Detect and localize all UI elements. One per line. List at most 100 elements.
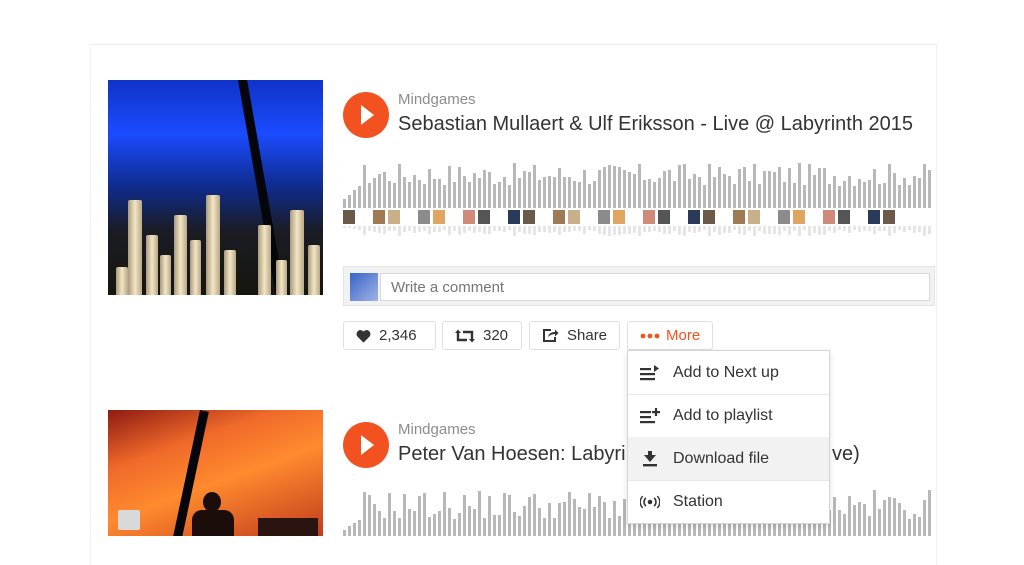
waveform-bar [708,164,711,208]
waveform-bar [458,167,461,208]
comment-avatar[interactable] [748,210,760,224]
comment-avatar[interactable] [643,210,655,224]
waveform-bar [413,511,416,536]
comment-avatar[interactable] [583,210,595,224]
waveform-bar [748,226,751,231]
waveform-bar [493,226,496,231]
waveform-bar [718,167,721,208]
comment-avatar[interactable] [658,210,670,224]
comment-input[interactable] [380,273,930,301]
waveform-bar [573,499,576,536]
comment-avatar[interactable] [508,210,520,224]
waveform-bar [488,496,491,536]
comment-avatars-strip[interactable] [343,210,935,224]
waveform-bar [863,182,866,208]
comment-avatar[interactable] [493,210,505,224]
like-button[interactable]: 2,346 [343,321,436,350]
waveform[interactable] [343,163,935,208]
waveform-bar [773,226,776,234]
comment-avatar[interactable] [763,210,775,224]
share-label: Share [567,327,608,344]
waveform-bar [528,172,531,208]
waveform-bar [813,226,816,233]
comment-avatar[interactable] [568,210,580,224]
waveform-bar [623,170,626,208]
track-uploader[interactable]: Mindgames [398,421,476,438]
comment-avatar[interactable] [673,210,685,224]
waveform-bar [768,171,771,208]
waveform-bar [753,226,756,236]
comment-avatar[interactable] [853,210,865,224]
waveform-bar [433,514,436,536]
waveform-bar [653,226,656,231]
waveform-bar [468,226,471,231]
comment-avatar[interactable] [523,210,535,224]
comment-avatar[interactable] [418,210,430,224]
comment-avatar[interactable] [628,210,640,224]
waveform-bar [563,502,566,536]
more-button[interactable]: More [627,321,713,350]
comment-avatar[interactable] [778,210,790,224]
comment-avatar[interactable] [598,210,610,224]
waveform-bar [793,226,796,231]
waveform-bar [518,516,521,536]
comment-avatar[interactable] [883,210,895,224]
waveform-bar [878,184,881,208]
waveform-bar [618,226,621,235]
comment-avatar[interactable] [808,210,820,224]
comment-avatar[interactable] [613,210,625,224]
waveform-bar [833,226,836,233]
menu-item-add-to-playlist[interactable]: Add to playlist [628,394,829,438]
waveform-bar [553,177,556,208]
comment-avatar[interactable] [838,210,850,224]
waveform-bar [478,226,481,232]
comment-avatar[interactable] [343,210,355,224]
comment-avatar[interactable] [823,210,835,224]
comment-avatar[interactable] [388,210,400,224]
waveform-bar [843,226,846,231]
comment-avatar[interactable] [448,210,460,224]
share-button[interactable]: Share [529,321,620,350]
waveform-bar [798,163,801,208]
waveform-bar [728,226,731,233]
waveform-bar [608,226,611,236]
waveform-bar [653,182,656,208]
track-title[interactable]: Peter Van Hoesen: Labyri [398,443,626,466]
menu-item-add-to-next-up[interactable]: Add to Next up [628,351,829,395]
comment-avatar[interactable] [358,210,370,224]
play-button[interactable] [343,92,389,138]
track-title[interactable]: Sebastian Mullaert & Ulf Eriksson - Live… [398,113,913,136]
menu-item-station[interactable]: Station [628,480,829,523]
repost-button[interactable]: 320 [442,321,522,350]
comment-avatar[interactable] [868,210,880,224]
waveform-bar [473,173,476,208]
comment-avatar[interactable] [718,210,730,224]
comment-avatar[interactable] [538,210,550,224]
comment-avatar[interactable] [403,210,415,224]
comment-avatar[interactable] [793,210,805,224]
play-button[interactable] [343,422,389,468]
comment-avatar[interactable] [373,210,385,224]
menu-item-download-file[interactable]: Download file [628,437,829,481]
comment-avatar[interactable] [433,210,445,224]
comment-avatar[interactable] [553,210,565,224]
comment-avatar[interactable] [688,210,700,224]
comment-avatar[interactable] [478,210,490,224]
comment-avatar[interactable] [733,210,745,224]
track-title-end[interactable]: ve) [832,443,860,466]
comment-avatar[interactable] [463,210,475,224]
waveform-bar [418,496,421,536]
waveform-bar [738,226,741,234]
waveform-bar [883,500,886,536]
track-artwork[interactable] [108,80,323,295]
waveform-bar [483,518,486,536]
comment-avatar[interactable] [898,210,910,224]
waveform-bar [553,226,556,232]
waveform-bar [358,186,361,208]
comment-avatar[interactable] [703,210,715,224]
waveform-bar [568,492,571,536]
waveform-bar [893,498,896,536]
track-artwork[interactable] [108,410,323,536]
track-uploader[interactable]: Mindgames [398,91,476,108]
waveform-bar [598,226,601,234]
